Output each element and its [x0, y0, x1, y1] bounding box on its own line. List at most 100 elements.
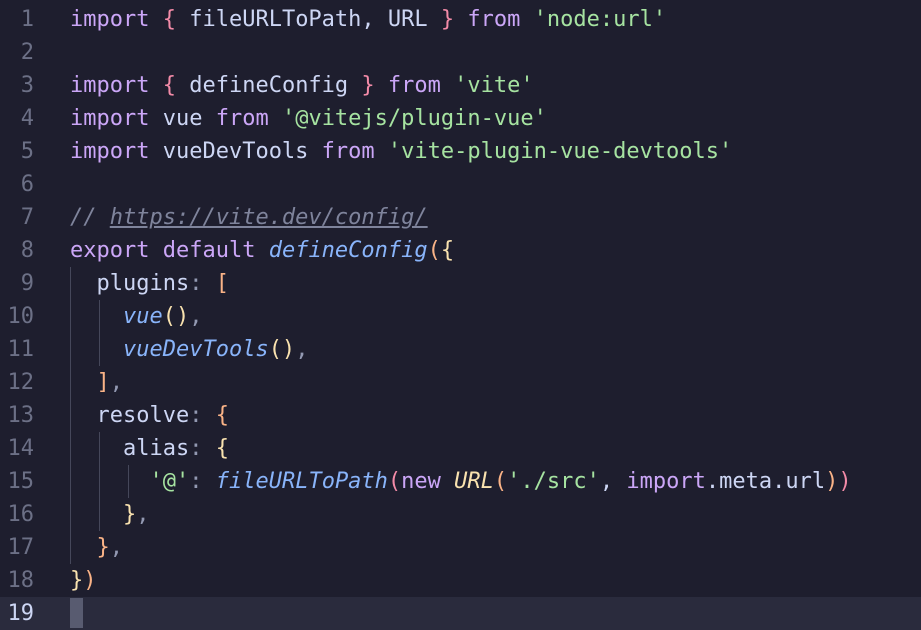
code-token: {	[215, 403, 229, 428]
code-token: :	[189, 469, 203, 494]
code-line[interactable]: 12 ],	[0, 366, 921, 399]
code-line[interactable]: 19	[0, 597, 921, 630]
code-text: plugins: [	[70, 267, 228, 300]
line-number: 8	[20, 238, 34, 263]
line-number: 4	[20, 106, 34, 131]
code-token: './src'	[507, 469, 600, 494]
code-token: ,	[599, 469, 627, 494]
code-line[interactable]: 9 plugins: [	[0, 267, 921, 300]
code-line[interactable]: 10 vue(),	[0, 300, 921, 333]
code-text: alias: {	[70, 432, 229, 465]
code-token: import	[70, 106, 150, 131]
code-token: 'vite-plugin-vue-devtools'	[387, 139, 733, 164]
code-token: from	[215, 106, 269, 131]
line-number: 16	[7, 502, 35, 527]
code-line[interactable]: 7 // https://vite.dev/config/	[0, 201, 921, 234]
code-token: '@vitejs/plugin-vue'	[281, 106, 547, 131]
indent-guide	[99, 300, 100, 366]
code-token: (	[493, 469, 508, 494]
code-text: ],	[70, 366, 124, 399]
code-line[interactable]: 1 import { fileURLToPath, URL } from 'nod…	[0, 3, 921, 36]
code-token: ()	[162, 304, 190, 329]
code-token: defineConfig	[175, 73, 362, 98]
code-token: resolve	[70, 403, 190, 428]
code-text: // https://vite.dev/config/	[70, 201, 428, 234]
code-token: vueDevTools	[122, 337, 269, 362]
code-token: .meta.url	[705, 469, 826, 494]
line-number: 15	[7, 469, 35, 494]
code-line[interactable]: 14 alias: {	[0, 432, 921, 465]
code-line[interactable]: 3 import { defineConfig } from 'vite'	[0, 69, 921, 102]
code-text: },	[70, 498, 150, 531]
code-token: import	[626, 469, 706, 494]
code-line[interactable]: 13 resolve: {	[0, 399, 921, 432]
line-number: 10	[7, 304, 35, 329]
line-number: 6	[20, 172, 34, 197]
code-token: (	[387, 469, 402, 494]
code-text: vue(),	[70, 300, 203, 333]
code-token: from	[467, 7, 521, 32]
code-editor[interactable]: 1 import { fileURLToPath, URL } from 'nod…	[0, 0, 921, 630]
code-token: https://vite.dev/config/	[109, 205, 428, 230]
code-token: default	[162, 238, 256, 263]
line-number: 1	[20, 7, 34, 32]
code-token: }	[122, 502, 137, 527]
code-token: import	[70, 7, 150, 32]
code-token: //	[70, 205, 110, 230]
code-token: export	[70, 238, 150, 263]
code-line[interactable]: 5 import vueDevTools from 'vite-plugin-vu…	[0, 135, 921, 168]
code-token: {	[215, 436, 229, 461]
code-line[interactable]: 11 vueDevTools(),	[0, 333, 921, 366]
code-token: ]	[96, 370, 110, 395]
indent-guide	[99, 432, 100, 531]
code-line[interactable]: 8 export default defineConfig({	[0, 234, 921, 267]
text-cursor	[70, 598, 83, 628]
line-number: 3	[20, 73, 34, 98]
code-line[interactable]: 6	[0, 168, 921, 201]
code-line[interactable]: 16 },	[0, 498, 921, 531]
code-token: (	[427, 238, 441, 263]
code-token: vue	[149, 106, 216, 131]
code-token: import	[70, 139, 150, 164]
code-token: import	[70, 73, 150, 98]
code-line[interactable]: 4 import vue from '@vitejs/plugin-vue'	[0, 102, 921, 135]
code-text: export default defineConfig({	[70, 234, 454, 267]
line-number: 18	[7, 568, 35, 593]
code-text: resolve: {	[70, 399, 229, 432]
code-line[interactable]: 17 },	[0, 531, 921, 564]
code-line[interactable]: 18})	[0, 564, 921, 597]
code-token: vue	[122, 304, 163, 329]
code-text: import { fileURLToPath, URL } from 'node…	[70, 3, 666, 36]
code-token: ()	[268, 337, 296, 362]
code-text: import vueDevTools from 'vite-plugin-vue…	[70, 135, 732, 168]
code-token: defineConfig	[268, 238, 428, 263]
code-text: import { defineConfig } from 'vite'	[70, 69, 534, 102]
code-token: ,	[109, 535, 123, 560]
code-line[interactable]: 15 '@': fileURLToPath(new URL('./src', i…	[0, 465, 921, 498]
code-token: :	[189, 436, 203, 461]
line-number: 19	[7, 601, 35, 626]
code-line[interactable]: 2	[0, 36, 921, 69]
code-token: vueDevTools	[149, 139, 322, 164]
code-token: :	[189, 403, 203, 428]
code-token: )	[838, 469, 852, 494]
code-token: fileURLToPath, URL	[175, 7, 441, 32]
